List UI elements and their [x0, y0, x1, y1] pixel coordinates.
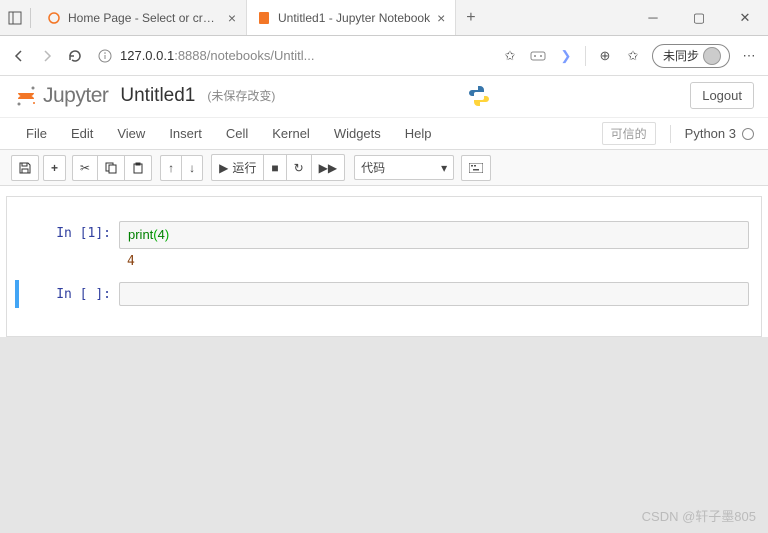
celltype-select[interactable]: 代码▾: [354, 155, 454, 180]
move-down-button[interactable]: ↓: [181, 155, 203, 181]
info-icon: [98, 49, 112, 63]
tab-title: Untitled1 - Jupyter Notebook: [278, 11, 430, 25]
tab-sidebar-icon[interactable]: [6, 9, 24, 27]
browser-titlebar: Home Page - Select or create a n × Untit…: [0, 0, 768, 36]
sync-pill[interactable]: 未同步: [652, 44, 730, 68]
back-button[interactable]: [10, 47, 28, 65]
restart-button[interactable]: ↻: [286, 154, 311, 181]
browser-toolbar: 127.0.0.1:8888/notebooks/Untitl... ✩ ❯ ⊕…: [0, 36, 768, 76]
save-button[interactable]: [11, 155, 39, 181]
notebook-favicon-icon: [257, 11, 271, 25]
paste-button[interactable]: [124, 155, 152, 181]
kernel-indicator[interactable]: Python 3: [685, 126, 754, 141]
code-input[interactable]: print(4): [119, 221, 749, 249]
menu-kernel[interactable]: Kernel: [260, 122, 322, 145]
cell-prompt: In [1]:: [19, 221, 119, 274]
menubar: File Edit View Insert Cell Kernel Widget…: [0, 117, 768, 150]
browser-tab[interactable]: Home Page - Select or create a n ×: [37, 0, 247, 35]
cell-output: 4: [119, 249, 749, 274]
address-bar[interactable]: 127.0.0.1:8888/notebooks/Untitl...: [94, 48, 491, 63]
bird-icon[interactable]: ❯: [557, 47, 575, 65]
command-palette-button[interactable]: [461, 155, 491, 181]
move-up-button[interactable]: ↑: [160, 155, 181, 181]
collections-icon[interactable]: ⊕: [596, 47, 614, 65]
more-icon[interactable]: ⋯: [740, 47, 758, 65]
jupyter-icon: [14, 84, 38, 108]
run-button[interactable]: ▶运行: [211, 154, 263, 181]
trusted-badge[interactable]: 可信的: [602, 122, 656, 145]
save-status: (未保存改变): [207, 87, 275, 104]
forward-button: [38, 47, 56, 65]
close-icon[interactable]: ×: [228, 10, 236, 26]
tab-title: Home Page - Select or create a n: [68, 11, 221, 25]
refresh-button[interactable]: [66, 47, 84, 65]
extension-icon[interactable]: [529, 47, 547, 65]
code-cell[interactable]: In [ ]:: [15, 280, 749, 308]
browser-tab[interactable]: Untitled1 - Jupyter Notebook ×: [247, 0, 456, 35]
new-tab-button[interactable]: +: [456, 0, 485, 35]
menu-edit[interactable]: Edit: [59, 122, 105, 145]
menu-insert[interactable]: Insert: [157, 122, 214, 145]
menu-file[interactable]: File: [14, 122, 59, 145]
menu-view[interactable]: View: [105, 122, 157, 145]
kernel-status-icon: [742, 128, 754, 140]
close-button[interactable]: ✕: [722, 0, 768, 35]
cell-prompt: In [ ]:: [19, 282, 119, 306]
copy-button[interactable]: [97, 155, 124, 181]
python-icon: [467, 84, 491, 108]
notebook-header: Jupyter Untitled1 (未保存改变) Logout: [0, 76, 768, 117]
code-input[interactable]: [119, 282, 749, 306]
toolbar: + ✂ ↑ ↓ ▶运行 ■ ↻ ▶▶ 代码▾: [0, 150, 768, 186]
restart-run-button[interactable]: ▶▶: [311, 154, 345, 181]
avatar: [703, 47, 721, 65]
jupyter-logo[interactable]: Jupyter: [14, 84, 108, 108]
close-icon[interactable]: ×: [437, 10, 445, 26]
notebook-app: Jupyter Untitled1 (未保存改变) Logout File Ed…: [0, 76, 768, 337]
minimize-button[interactable]: ─: [630, 0, 676, 35]
favorites-icon[interactable]: ✩: [624, 47, 642, 65]
menu-cell[interactable]: Cell: [214, 122, 260, 145]
notebook-name[interactable]: Untitled1: [120, 85, 195, 107]
watermark: CSDN @轩子墨805: [642, 506, 756, 525]
menu-help[interactable]: Help: [393, 122, 444, 145]
menu-widgets[interactable]: Widgets: [322, 122, 393, 145]
add-cell-button[interactable]: +: [43, 155, 66, 181]
cut-button[interactable]: ✂: [72, 155, 97, 181]
stop-button[interactable]: ■: [263, 154, 285, 181]
jupyter-favicon-icon: [47, 11, 61, 25]
code-cell[interactable]: In [1]: print(4) 4: [19, 219, 749, 276]
maximize-button[interactable]: ▢: [676, 0, 722, 35]
favorite-icon[interactable]: ✩: [501, 47, 519, 65]
notebook-cells: In [1]: print(4) 4 In [ ]:: [6, 196, 762, 337]
logout-button[interactable]: Logout: [690, 82, 754, 109]
